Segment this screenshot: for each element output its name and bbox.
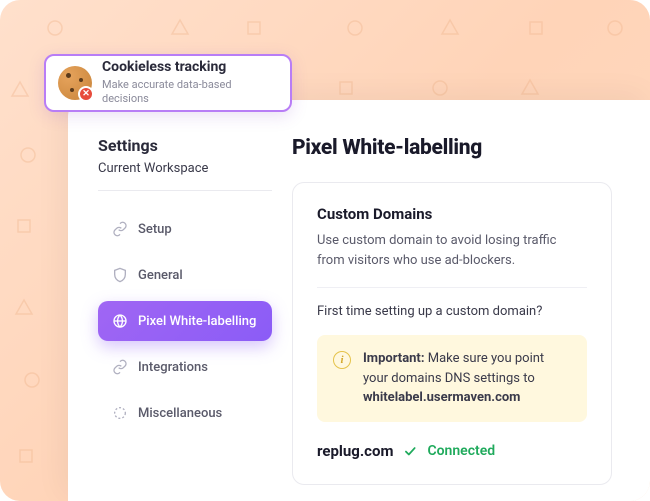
- domain-row: replug.com Connected: [317, 442, 587, 460]
- sidebar-item-label: Setup: [138, 222, 172, 237]
- shield-icon: [112, 267, 128, 283]
- sidebar-item-setup[interactable]: Setup: [98, 209, 272, 249]
- promo-banner: Cookieless tracking Make accurate data-b…: [44, 54, 292, 112]
- domain-name: replug.com: [317, 442, 393, 460]
- check-icon: [403, 444, 417, 458]
- sidebar-item-integrations[interactable]: Integrations: [98, 347, 272, 387]
- sidebar-subtitle: Current Workspace: [98, 161, 272, 191]
- blocked-badge-icon: [78, 86, 94, 102]
- main-content: Pixel White-labelling Custom Domains Use…: [272, 136, 650, 501]
- sidebar-item-pixel-whitelabel[interactable]: Pixel White-labelling: [98, 301, 272, 341]
- link-icon: [112, 359, 128, 375]
- info-icon: [333, 351, 351, 369]
- sidebar-item-label: Miscellaneous: [138, 406, 222, 421]
- card-title: Custom Domains: [317, 205, 587, 223]
- sidebar-item-general[interactable]: General: [98, 255, 272, 295]
- sidebar-item-label: Pixel White-labelling: [138, 314, 256, 329]
- dashed-circle-icon: [112, 405, 128, 421]
- setup-question: First time setting up a custom domain?: [317, 304, 587, 319]
- link-icon: [112, 221, 128, 237]
- card-description: Use custom domain to avoid losing traffi…: [317, 231, 587, 288]
- promo-subtitle: Make accurate data-based decisions: [102, 78, 278, 107]
- dns-alert: Important: Make sure you point your doma…: [317, 335, 587, 422]
- nav-list: Setup General Pixel White-labelling: [98, 209, 272, 433]
- custom-domains-card: Custom Domains Use custom domain to avoi…: [292, 182, 612, 485]
- cookie-blocked-icon: [58, 66, 92, 100]
- sidebar-item-label: General: [138, 268, 183, 283]
- domain-status: Connected: [427, 443, 495, 459]
- promo-title: Cookieless tracking: [102, 59, 278, 76]
- app-frame: Settings Current Workspace Setup General: [68, 100, 650, 501]
- page-title: Pixel White-labelling: [292, 136, 650, 160]
- sidebar-item-misc[interactable]: Miscellaneous: [98, 393, 272, 433]
- sidebar-title: Settings: [98, 136, 272, 155]
- globe-icon: [112, 313, 128, 329]
- alert-text: Important: Make sure you point your doma…: [363, 349, 571, 408]
- sidebar: Settings Current Workspace Setup General: [98, 136, 272, 501]
- sidebar-item-label: Integrations: [138, 360, 208, 375]
